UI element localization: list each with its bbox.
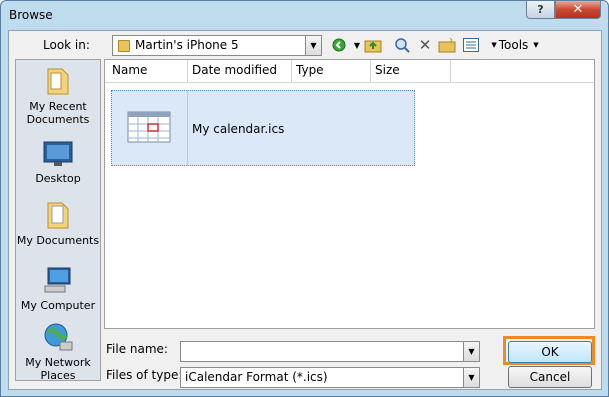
tools-menu[interactable]: ▼ Tools ▼ bbox=[485, 35, 545, 55]
file-item[interactable]: My calendar.ics bbox=[111, 90, 415, 166]
look-in-label: Look in: bbox=[43, 38, 90, 52]
column-divider[interactable] bbox=[187, 60, 188, 82]
file-list[interactable]: Name Date modified Type Size My calendar… bbox=[104, 59, 595, 329]
up-folder-icon[interactable] bbox=[363, 35, 383, 55]
place-label: My Recent Documents bbox=[26, 100, 90, 126]
desktop-icon bbox=[42, 138, 74, 168]
column-divider[interactable] bbox=[370, 60, 371, 82]
chevron-down-icon[interactable]: ▼ bbox=[463, 368, 479, 387]
back-icon[interactable] bbox=[329, 35, 349, 55]
new-folder-icon[interactable] bbox=[437, 35, 457, 55]
tools-dropdown-icon: ▼ bbox=[491, 41, 497, 49]
ok-button[interactable]: OK bbox=[508, 341, 592, 363]
window-title: Browse bbox=[9, 8, 53, 22]
file-name: My calendar.ics bbox=[192, 122, 285, 136]
column-date-modified[interactable]: Date modified bbox=[192, 63, 277, 77]
place-label: My Computer bbox=[20, 299, 96, 312]
cancel-button[interactable]: Cancel bbox=[508, 366, 592, 388]
column-type[interactable]: Type bbox=[296, 63, 324, 77]
place-my-network[interactable]: My Network Places bbox=[16, 322, 100, 382]
dialog-body: Look in: Martin's iPhone 5 ▼ ▼ ✕ ▼ Tools… bbox=[8, 30, 602, 390]
place-label: My Network Places bbox=[25, 356, 91, 382]
delete-icon[interactable]: ✕ bbox=[415, 35, 435, 55]
column-name[interactable]: Name bbox=[112, 63, 147, 77]
column-divider[interactable] bbox=[291, 60, 292, 82]
place-my-computer[interactable]: My Computer bbox=[16, 265, 100, 312]
close-button[interactable]: ✕ bbox=[555, 1, 601, 19]
folder-icon bbox=[118, 40, 130, 52]
title-bar: Browse ? ✕ bbox=[1, 1, 608, 31]
places-bar: My Recent Documents Desktop My Documents… bbox=[15, 59, 101, 382]
calendar-file-icon bbox=[127, 111, 171, 146]
chevron-down-icon: ▼ bbox=[533, 41, 539, 49]
files-of-type-select[interactable]: iCalendar Format (*.ics) ▼ bbox=[180, 367, 480, 388]
help-button[interactable]: ? bbox=[526, 1, 555, 19]
chevron-down-icon[interactable]: ▼ bbox=[305, 36, 321, 55]
file-name-input[interactable]: ▼ bbox=[180, 341, 480, 362]
computer-icon bbox=[42, 265, 74, 295]
chevron-down-icon[interactable]: ▼ bbox=[463, 342, 479, 361]
files-of-type-label: Files of type: bbox=[106, 368, 183, 382]
column-divider[interactable] bbox=[450, 60, 451, 82]
column-size[interactable]: Size bbox=[375, 63, 400, 77]
look-in-combo[interactable]: Martin's iPhone 5 ▼ bbox=[112, 35, 322, 56]
place-desktop[interactable]: Desktop bbox=[16, 138, 100, 185]
file-name-label: File name: bbox=[106, 342, 168, 356]
browse-dialog: Browse ? ✕ Look in: Martin's iPhone 5 ▼ … bbox=[0, 0, 609, 397]
column-divider bbox=[187, 91, 188, 165]
views-icon[interactable] bbox=[461, 35, 481, 55]
place-label: Desktop bbox=[35, 172, 81, 185]
place-label: My Documents bbox=[16, 234, 100, 247]
search-web-icon[interactable] bbox=[392, 35, 412, 55]
column-header: Name Date modified Type Size bbox=[105, 60, 594, 83]
my-documents-icon bbox=[42, 200, 74, 230]
files-of-type-value: iCalendar Format (*.ics) bbox=[185, 370, 328, 384]
place-recent-documents[interactable]: My Recent Documents bbox=[16, 66, 100, 126]
look-in-value: Martin's iPhone 5 bbox=[135, 38, 239, 52]
network-icon bbox=[42, 322, 74, 352]
tools-label: Tools bbox=[498, 38, 529, 52]
recent-documents-icon bbox=[42, 66, 74, 96]
place-my-documents[interactable]: My Documents bbox=[16, 200, 100, 247]
